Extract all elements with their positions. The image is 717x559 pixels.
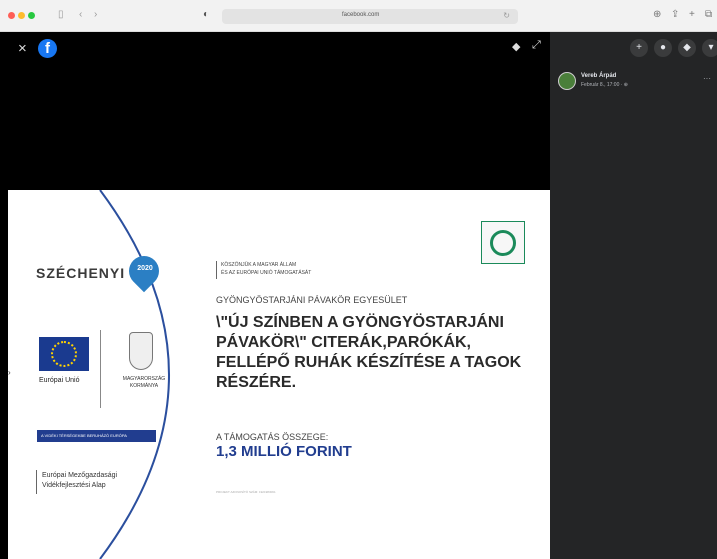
fund-name: Európai Mezőgazdasági Vidékfejlesztési A… bbox=[42, 471, 117, 491]
project-title: \"ÚJ SZÍNBEN A GYÖNGYÖSTARJÁNI PÁVAKÖR\"… bbox=[216, 314, 522, 391]
tag-icon[interactable]: ◆ bbox=[512, 40, 520, 53]
reload-icon[interactable]: ↻ bbox=[503, 11, 510, 20]
poster-name[interactable]: Vereb Árpád bbox=[581, 73, 616, 79]
close-icon[interactable]: × bbox=[18, 41, 27, 56]
thanks-line1: KÖSZÖNJÜK A MAGYAR ÁLLAM bbox=[221, 262, 297, 268]
notifications-button[interactable]: ◆ bbox=[678, 39, 696, 57]
fund-name-line1: Európai Mezőgazdasági bbox=[42, 472, 118, 479]
svg-text:›: › bbox=[8, 368, 11, 377]
thanks-line2: ÉS AZ EURÓPAI UNIÓ TÁMOGATÁSÁT bbox=[221, 270, 312, 276]
leader-emblem-icon bbox=[490, 230, 516, 256]
amount-value: 1,3 MILLIÓ FORINT bbox=[216, 443, 352, 460]
government-label: MAGYARORSZÁG KORMÁNYA bbox=[122, 376, 166, 389]
downloads-icon[interactable]: ⊕ bbox=[653, 9, 661, 20]
eu-flag-icon bbox=[39, 337, 89, 371]
association-name: GYÖNGYÖSTARJÁNI PÁVAKÖR EGYESÜLET bbox=[216, 295, 408, 305]
close-window-button[interactable] bbox=[8, 12, 15, 19]
new-tab-icon[interactable]: + bbox=[689, 9, 695, 20]
create-button[interactable]: + bbox=[630, 39, 648, 57]
amount-label: A TÁMOGATÁS ÖSSZEGE: bbox=[216, 432, 329, 442]
expand-icon[interactable]: ⤢ bbox=[532, 39, 541, 52]
zoom-window-button[interactable] bbox=[28, 12, 35, 19]
program-year: 2020 bbox=[137, 265, 153, 272]
minimize-window-button[interactable] bbox=[18, 12, 25, 19]
post-details-panel: + ● ◆ ▾ Vereb Árpád Február 8., 17:00 · … bbox=[550, 32, 717, 559]
privacy-shield-icon[interactable]: ◐ bbox=[203, 9, 209, 20]
eafrd-banner-text: A VIDÉKI TÉRSÉGEKBE BERUHÁZÓ EURÓPA bbox=[41, 433, 127, 438]
thanks-divider bbox=[216, 261, 217, 279]
fund-divider bbox=[36, 470, 37, 494]
back-button[interactable]: ‹ bbox=[79, 9, 82, 21]
address-bar[interactable]: facebook.com ↻ bbox=[222, 9, 518, 24]
account-menu-button[interactable]: ▾ bbox=[702, 39, 717, 57]
forward-button[interactable]: › bbox=[94, 9, 97, 21]
address-url: facebook.com bbox=[342, 12, 380, 18]
sidebar-toggle-icon[interactable]: ▯ bbox=[58, 9, 64, 21]
avatar[interactable] bbox=[558, 72, 576, 90]
tab-overview-icon[interactable]: ⧉ bbox=[705, 9, 712, 20]
leader-logo-icon bbox=[481, 221, 525, 264]
hungarian-crest-icon bbox=[129, 332, 153, 370]
fund-name-line2: Vidékfejlesztési Alap bbox=[42, 482, 106, 489]
thanks-text: KÖSZÖNJÜK A MAGYAR ÁLLAM ÉS AZ EURÓPAI U… bbox=[221, 261, 311, 277]
browser-window: ▯ ‹ › ◐ facebook.com ↻ ⊕ ⇪ + ⧉ × f ◆ ⤢ ›… bbox=[0, 0, 717, 559]
eu-stars-icon bbox=[51, 341, 77, 367]
eu-label: Európai Unió bbox=[39, 377, 80, 384]
logo-divider bbox=[100, 330, 101, 408]
more-options-icon[interactable]: ··· bbox=[703, 74, 711, 83]
post-timestamp[interactable]: Február 8., 17:00 · ⊕ bbox=[581, 82, 628, 88]
facebook-logo-icon[interactable]: f bbox=[38, 39, 57, 58]
share-icon[interactable]: ⇪ bbox=[671, 9, 679, 20]
szechenyi-logo-text: SZÉCHENYI bbox=[36, 265, 126, 281]
browser-toolbar: ▯ ‹ › ◐ facebook.com ↻ ⊕ ⇪ + ⧉ bbox=[0, 0, 717, 32]
project-id: PROJEKT AZONOSÍTÓ SZÁM: 1921983061 bbox=[216, 490, 276, 494]
poster-image: › SZÉCHENYI 2020 Európai Unió MAGYARORSZ… bbox=[8, 190, 550, 559]
eafrd-banner: A VIDÉKI TÉRSÉGEKBE BERUHÁZÓ EURÓPA bbox=[37, 430, 156, 442]
messenger-button[interactable]: ● bbox=[654, 39, 672, 57]
